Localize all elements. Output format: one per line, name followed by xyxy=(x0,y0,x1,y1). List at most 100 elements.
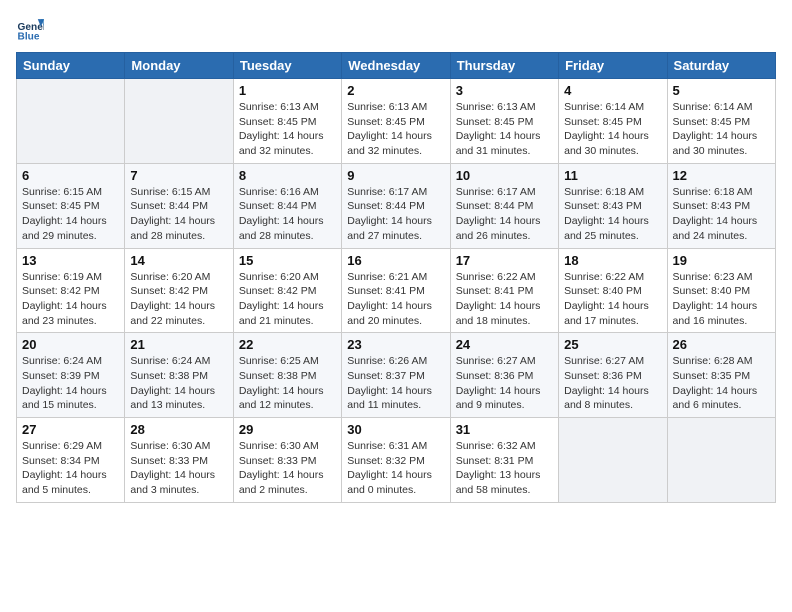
day-number: 13 xyxy=(22,253,119,268)
day-number: 30 xyxy=(347,422,444,437)
day-number: 26 xyxy=(673,337,770,352)
calendar-cell: 13 Sunrise: 6:19 AM Sunset: 8:42 PM Dayli… xyxy=(17,248,125,333)
day-info: Sunrise: 6:25 AM Sunset: 8:38 PM Dayligh… xyxy=(239,354,336,413)
day-number: 17 xyxy=(456,253,553,268)
calendar-cell xyxy=(17,79,125,164)
day-number: 18 xyxy=(564,253,661,268)
calendar-cell: 10Sunrise: 6:17 AM Sunset: 8:44 PM Dayli… xyxy=(450,163,558,248)
day-number: 8 xyxy=(239,168,336,183)
calendar-cell: 6Sunrise: 6:15 AM Sunset: 8:45 PM Daylig… xyxy=(17,163,125,248)
day-info: Sunrise: 6:23 AM Sunset: 8:40 PM Dayligh… xyxy=(673,270,770,329)
logo-icon: General Blue xyxy=(16,16,44,44)
calendar-header-wednesday: Wednesday xyxy=(342,53,450,79)
day-number: 12 xyxy=(673,168,770,183)
svg-text:Blue: Blue xyxy=(18,31,40,42)
calendar-header-tuesday: Tuesday xyxy=(233,53,341,79)
day-number: 29 xyxy=(239,422,336,437)
calendar-header-monday: Monday xyxy=(125,53,233,79)
calendar-header-friday: Friday xyxy=(559,53,667,79)
calendar: SundayMondayTuesdayWednesdayThursdayFrid… xyxy=(16,52,776,503)
day-info: Sunrise: 6:24 AM Sunset: 8:38 PM Dayligh… xyxy=(130,354,227,413)
day-number: 3 xyxy=(456,83,553,98)
day-info: Sunrise: 6:17 AM Sunset: 8:44 PM Dayligh… xyxy=(347,185,444,244)
page-header: General Blue xyxy=(16,16,776,44)
day-info: Sunrise: 6:18 AM Sunset: 8:43 PM Dayligh… xyxy=(564,185,661,244)
calendar-cell: 29 Sunrise: 6:30 AM Sunset: 8:33 PM Dayli… xyxy=(233,418,341,503)
calendar-cell xyxy=(559,418,667,503)
day-number: 31 xyxy=(456,422,553,437)
day-number: 16 xyxy=(347,253,444,268)
day-info: Sunrise: 6:14 AM Sunset: 8:45 PM Dayligh… xyxy=(673,100,770,159)
logo: General Blue xyxy=(16,16,48,44)
calendar-week-2: 6Sunrise: 6:15 AM Sunset: 8:45 PM Daylig… xyxy=(17,163,776,248)
day-info: Sunrise: 6:13 AM Sunset: 8:45 PM Dayligh… xyxy=(456,100,553,159)
day-number: 10 xyxy=(456,168,553,183)
calendar-cell: 16 Sunrise: 6:21 AM Sunset: 8:41 PM Dayli… xyxy=(342,248,450,333)
day-info: Sunrise: 6:20 AM Sunset: 8:42 PM Dayligh… xyxy=(239,270,336,329)
calendar-cell: 22 Sunrise: 6:25 AM Sunset: 8:38 PM Dayli… xyxy=(233,333,341,418)
day-info: Sunrise: 6:20 AM Sunset: 8:42 PM Dayligh… xyxy=(130,270,227,329)
calendar-cell: 18 Sunrise: 6:22 AM Sunset: 8:40 PM Dayli… xyxy=(559,248,667,333)
calendar-week-3: 13 Sunrise: 6:19 AM Sunset: 8:42 PM Dayli… xyxy=(17,248,776,333)
calendar-cell: 5 Sunrise: 6:14 AM Sunset: 8:45 PM Daylig… xyxy=(667,79,775,164)
day-info: Sunrise: 6:15 AM Sunset: 8:45 PM Dayligh… xyxy=(22,185,119,244)
day-info: Sunrise: 6:29 AM Sunset: 8:34 PM Dayligh… xyxy=(22,439,119,498)
day-info: Sunrise: 6:14 AM Sunset: 8:45 PM Dayligh… xyxy=(564,100,661,159)
calendar-header-thursday: Thursday xyxy=(450,53,558,79)
calendar-week-5: 27Sunrise: 6:29 AM Sunset: 8:34 PM Dayli… xyxy=(17,418,776,503)
day-number: 14 xyxy=(130,253,227,268)
calendar-cell: 15 Sunrise: 6:20 AM Sunset: 8:42 PM Dayli… xyxy=(233,248,341,333)
day-info: Sunrise: 6:27 AM Sunset: 8:36 PM Dayligh… xyxy=(456,354,553,413)
calendar-cell: 19 Sunrise: 6:23 AM Sunset: 8:40 PM Dayli… xyxy=(667,248,775,333)
calendar-header-sunday: Sunday xyxy=(17,53,125,79)
day-number: 28 xyxy=(130,422,227,437)
day-number: 21 xyxy=(130,337,227,352)
calendar-cell: 7 Sunrise: 6:15 AM Sunset: 8:44 PM Daylig… xyxy=(125,163,233,248)
day-info: Sunrise: 6:21 AM Sunset: 8:41 PM Dayligh… xyxy=(347,270,444,329)
calendar-cell: 1Sunrise: 6:13 AM Sunset: 8:45 PM Daylig… xyxy=(233,79,341,164)
calendar-cell: 4Sunrise: 6:14 AM Sunset: 8:45 PM Daylig… xyxy=(559,79,667,164)
calendar-cell: 3 Sunrise: 6:13 AM Sunset: 8:45 PM Daylig… xyxy=(450,79,558,164)
calendar-cell: 26 Sunrise: 6:28 AM Sunset: 8:35 PM Dayli… xyxy=(667,333,775,418)
day-info: Sunrise: 6:22 AM Sunset: 8:40 PM Dayligh… xyxy=(564,270,661,329)
calendar-cell: 25Sunrise: 6:27 AM Sunset: 8:36 PM Dayli… xyxy=(559,333,667,418)
calendar-cell: 24 Sunrise: 6:27 AM Sunset: 8:36 PM Dayli… xyxy=(450,333,558,418)
day-info: Sunrise: 6:13 AM Sunset: 8:45 PM Dayligh… xyxy=(347,100,444,159)
day-number: 19 xyxy=(673,253,770,268)
calendar-header-row: SundayMondayTuesdayWednesdayThursdayFrid… xyxy=(17,53,776,79)
day-info: Sunrise: 6:27 AM Sunset: 8:36 PM Dayligh… xyxy=(564,354,661,413)
calendar-cell: 31 Sunrise: 6:32 AM Sunset: 8:31 PM Dayli… xyxy=(450,418,558,503)
calendar-cell: 27Sunrise: 6:29 AM Sunset: 8:34 PM Dayli… xyxy=(17,418,125,503)
calendar-cell: 17 Sunrise: 6:22 AM Sunset: 8:41 PM Dayli… xyxy=(450,248,558,333)
calendar-week-4: 20 Sunrise: 6:24 AM Sunset: 8:39 PM Dayli… xyxy=(17,333,776,418)
day-info: Sunrise: 6:30 AM Sunset: 8:33 PM Dayligh… xyxy=(239,439,336,498)
day-number: 24 xyxy=(456,337,553,352)
day-number: 22 xyxy=(239,337,336,352)
day-number: 1 xyxy=(239,83,336,98)
day-number: 15 xyxy=(239,253,336,268)
calendar-header-saturday: Saturday xyxy=(667,53,775,79)
calendar-cell: 30Sunrise: 6:31 AM Sunset: 8:32 PM Dayli… xyxy=(342,418,450,503)
day-info: Sunrise: 6:18 AM Sunset: 8:43 PM Dayligh… xyxy=(673,185,770,244)
calendar-cell xyxy=(125,79,233,164)
calendar-cell: 28 Sunrise: 6:30 AM Sunset: 8:33 PM Dayli… xyxy=(125,418,233,503)
day-number: 5 xyxy=(673,83,770,98)
calendar-cell: 14 Sunrise: 6:20 AM Sunset: 8:42 PM Dayli… xyxy=(125,248,233,333)
calendar-cell xyxy=(667,418,775,503)
calendar-cell: 12 Sunrise: 6:18 AM Sunset: 8:43 PM Dayli… xyxy=(667,163,775,248)
day-number: 9 xyxy=(347,168,444,183)
day-number: 7 xyxy=(130,168,227,183)
calendar-week-1: 1 Sunrise: 6:13 AM Sunset: 8:45 PM Daylig… xyxy=(17,79,776,164)
day-info: Sunrise: 6:22 AM Sunset: 8:41 PM Dayligh… xyxy=(456,270,553,329)
day-info: Sunrise: 6:30 AM Sunset: 8:33 PM Dayligh… xyxy=(130,439,227,498)
day-number: 20 xyxy=(22,337,119,352)
day-info: Sunrise: 6:28 AM Sunset: 8:35 PM Dayligh… xyxy=(673,354,770,413)
day-info: Sunrise: 6:15 AM Sunset: 8:44 PM Dayligh… xyxy=(130,185,227,244)
day-number: 11 xyxy=(564,168,661,183)
calendar-cell: 20 Sunrise: 6:24 AM Sunset: 8:39 PM Dayli… xyxy=(17,333,125,418)
day-info: Sunrise: 6:24 AM Sunset: 8:39 PM Dayligh… xyxy=(22,354,119,413)
calendar-cell: 9 Sunrise: 6:17 AM Sunset: 8:44 PM Daylig… xyxy=(342,163,450,248)
day-info: Sunrise: 6:19 AM Sunset: 8:42 PM Dayligh… xyxy=(22,270,119,329)
day-info: Sunrise: 6:32 AM Sunset: 8:31 PM Dayligh… xyxy=(456,439,553,498)
calendar-cell: 21 Sunrise: 6:24 AM Sunset: 8:38 PM Dayli… xyxy=(125,333,233,418)
